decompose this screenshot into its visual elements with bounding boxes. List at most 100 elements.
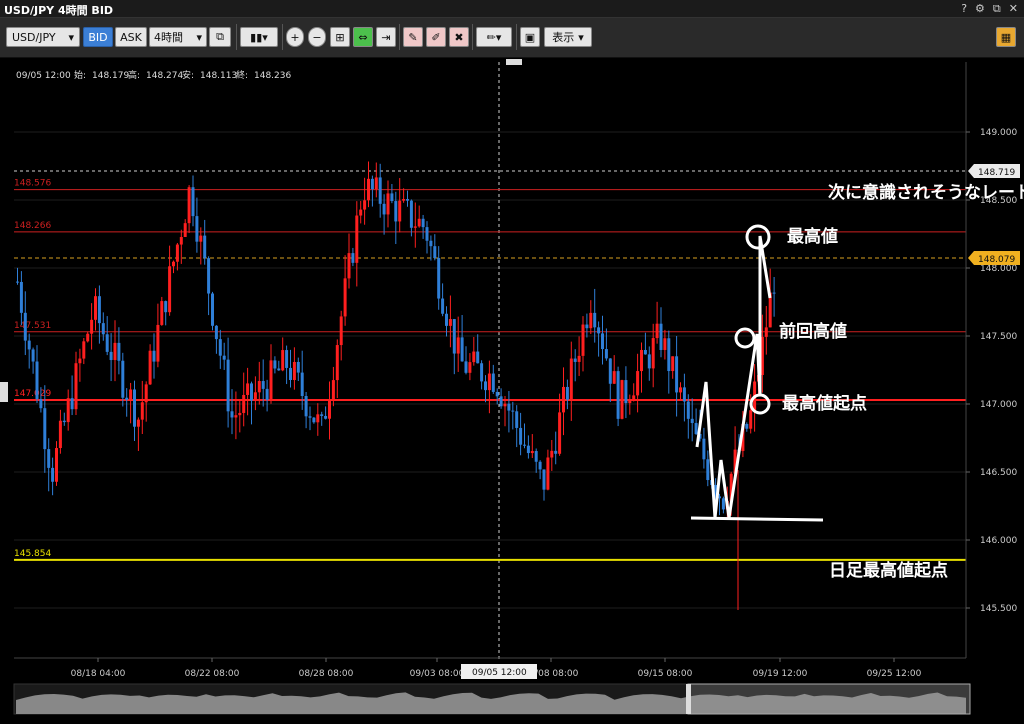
info-open-label: 始: [74,69,86,81]
display-menu-button[interactable]: 表示 ▾ [544,27,592,47]
candle-body [55,448,58,482]
candle-body [140,402,144,420]
candle-body [289,367,292,380]
candle-body [16,281,19,283]
candle-body [359,209,363,216]
fit-icon[interactable]: ⊞ [330,27,350,47]
order-icon[interactable]: ✎ [403,27,423,47]
info-low: 148.113 [200,71,237,81]
candle-body [764,327,768,337]
candle-body [125,397,129,400]
candle-body [659,323,663,350]
bid-button[interactable]: BID [83,27,113,47]
window-title: USD/JPY 4時間 BID [4,4,114,17]
candle-body [179,236,183,245]
close-icon[interactable]: ✕ [1009,2,1018,16]
candle-body [320,414,324,416]
candle-body [620,380,624,419]
candle-body [62,420,66,423]
candle-body [312,417,316,423]
collapse-handle[interactable] [506,59,522,65]
timeframe-value: 4時間 [154,31,183,44]
candle-body [636,371,640,396]
level-label: 147.531 [14,321,51,331]
divider [236,24,237,50]
chart-type-button[interactable]: ▮▮▾ [240,27,278,47]
candle-body [460,337,464,362]
candle-body [374,177,378,190]
y-tick-label: 147.000 [980,400,1017,410]
candle-body [226,359,230,412]
candle-body [749,410,753,429]
candle-body [706,459,710,481]
divider [282,24,283,50]
symbol-select[interactable]: USD/JPY ▾ [6,27,80,47]
info-date: 09/05 12:00 [16,71,71,81]
shift-icon[interactable]: ⇥ [376,27,396,47]
zoom-out-icon[interactable]: − [308,27,326,47]
annotation-highest-start: 最高値起点 [782,393,867,414]
candle-body [472,351,476,363]
candle-body [129,389,133,400]
link-icon[interactable]: ⧉ [209,27,231,47]
zoom-in-icon[interactable]: + [286,27,304,47]
candle-body [601,333,604,350]
candle-body [573,358,577,362]
y-tick-label: 149.000 [980,128,1017,138]
candle-body [187,187,191,224]
timeframe-select[interactable]: 4時間 ▾ [149,27,207,47]
support-line [690,516,824,522]
candle-body [300,372,304,396]
candle-body [211,293,214,326]
candle-body [499,396,503,407]
candle-body [382,203,386,215]
candle-body [66,398,70,423]
candle-body [616,371,620,419]
candle-body [144,384,148,403]
price-chart[interactable]: 148.576 148.266 147.531 147.029 145.854 09/0… [0,58,1024,720]
candle-body [679,387,682,393]
candle-body [203,235,207,259]
candle-body [234,415,238,418]
candle-body [503,403,507,407]
candle-body [27,340,31,350]
info-low-label: 安: [182,69,194,81]
candle-body [682,387,686,402]
level-label: 147.029 [14,389,51,399]
candle-body [671,356,675,372]
navigator[interactable] [13,683,971,715]
candle-body [156,324,160,362]
chart-area[interactable]: 148.576 148.266 147.531 147.029 145.854 09/0… [0,58,1024,720]
left-scroll-handle[interactable] [0,382,8,402]
layout-icon[interactable]: ▦ [996,27,1016,47]
candle-body [429,240,433,247]
candle-body [23,312,27,341]
auto-scroll-icon[interactable]: ⇔ [353,27,373,47]
order-edit-icon[interactable]: ✐ [426,27,446,47]
price-tag-current: 148.079 [968,251,1020,265]
crosshair-date-label: 09/05 12:00 [472,668,527,678]
navigator-window[interactable] [687,683,971,715]
help-icon[interactable]: ? [961,2,967,16]
navigator-handle[interactable] [686,684,691,714]
candle-body [113,342,117,361]
candle-body [581,324,585,356]
x-tick-label: 09/19 12:00 [753,669,808,679]
candle-body [51,467,55,482]
candle-body [445,313,448,326]
candle-body [413,226,417,228]
draw-tool-button[interactable]: ✏▾ [476,27,512,47]
screenshot-icon[interactable]: ▣ [520,27,540,47]
annotation-previous-high: 前回高値 [779,321,847,342]
settings-icon[interactable]: ⚙ [975,2,985,16]
ask-button[interactable]: ASK [115,27,147,47]
candle-body [82,341,86,359]
candle-body [515,411,519,428]
candle-body [390,193,394,202]
restore-icon[interactable]: ⧉ [993,2,1001,16]
candle-body [347,253,351,279]
candle-body [285,350,289,368]
candle-body [172,261,175,267]
candle-body [476,351,480,364]
order-cancel-icon[interactable]: ✖ [449,27,469,47]
